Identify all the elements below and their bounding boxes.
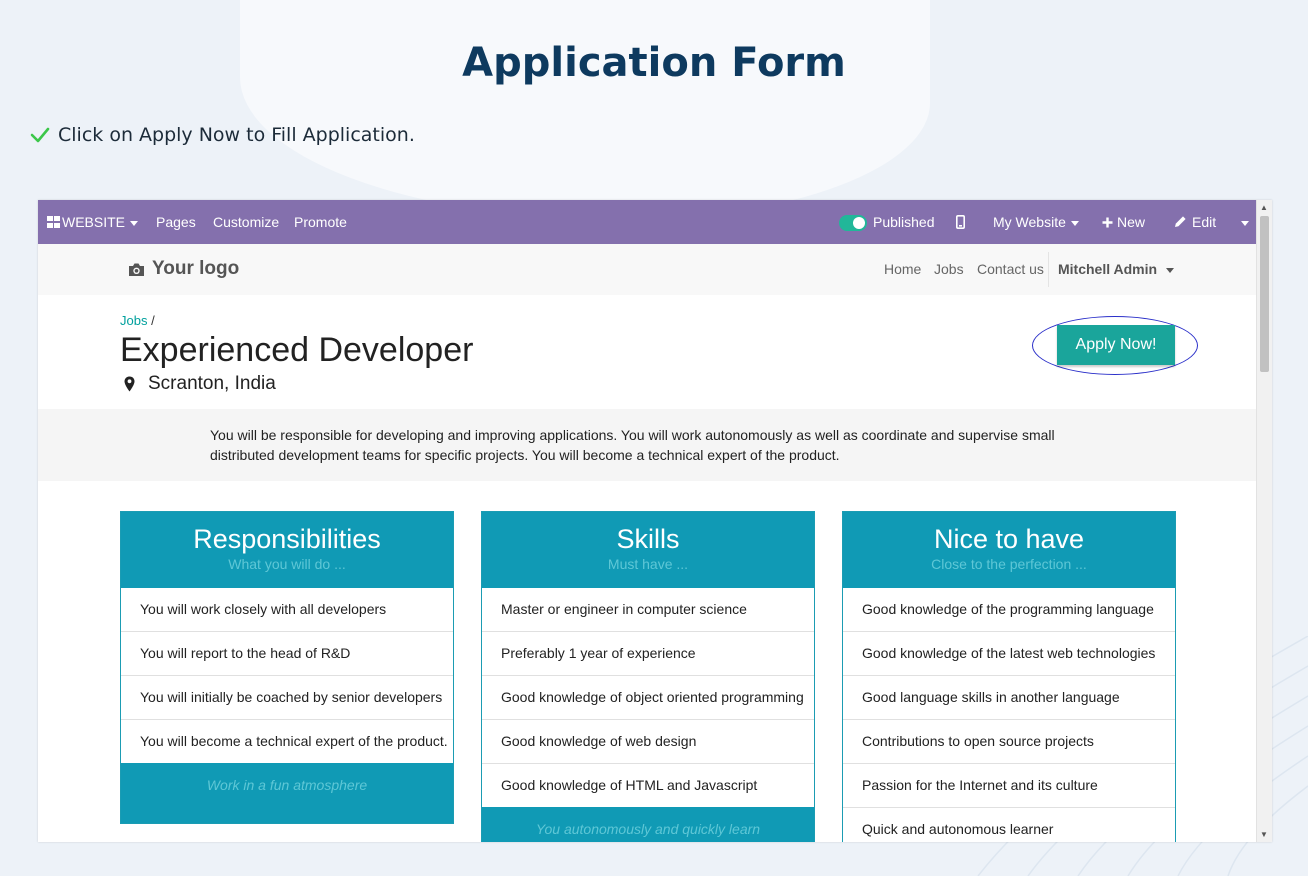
vertical-scrollbar[interactable]: ▲ ▼ bbox=[1256, 200, 1272, 842]
chevron-down-icon bbox=[1070, 220, 1079, 226]
user-menu[interactable]: Mitchell Admin bbox=[1058, 261, 1175, 277]
mobile-phone-icon bbox=[956, 215, 966, 229]
new-button[interactable]: New bbox=[1102, 200, 1145, 244]
site-header: Your logo Home Jobs Contact us Mitchell … bbox=[38, 244, 1257, 295]
nav-jobs[interactable]: Jobs bbox=[934, 261, 964, 277]
chevron-down-icon bbox=[1166, 267, 1175, 273]
menu-promote[interactable]: Promote bbox=[294, 200, 347, 244]
job-description-section: You will be responsible for developing a… bbox=[38, 409, 1257, 481]
page-title: Application Form bbox=[462, 40, 846, 86]
my-website-menu[interactable]: My Website bbox=[993, 200, 1079, 244]
list-item: Contributions to open source projects bbox=[843, 720, 1175, 764]
card-header: Responsibilities What you will do ... bbox=[121, 512, 453, 588]
card-header: Skills Must have ... bbox=[482, 512, 814, 588]
background-shape bbox=[240, 0, 930, 220]
checkmark-icon bbox=[30, 127, 50, 143]
card-skills: Skills Must have ... Master or engineer … bbox=[481, 511, 815, 842]
chevron-down-icon bbox=[130, 220, 139, 226]
instruction-line: Click on Apply Now to Fill Application. bbox=[30, 124, 415, 146]
scroll-down-arrow-icon[interactable]: ▼ bbox=[1260, 830, 1268, 839]
menu-customize[interactable]: Customize bbox=[213, 200, 279, 244]
list-item: Good knowledge of object oriented progra… bbox=[482, 676, 814, 720]
job-header: Jobs / Experienced Developer Scranton, I… bbox=[38, 295, 1257, 409]
pencil-icon bbox=[1175, 216, 1186, 227]
toggle-switch-icon bbox=[839, 215, 867, 232]
more-dropdown[interactable] bbox=[1238, 200, 1249, 244]
edit-label: Edit bbox=[1192, 214, 1217, 230]
list-item: You will initially be coached by senior … bbox=[121, 676, 453, 720]
card-subtitle: What you will do ... bbox=[228, 556, 346, 572]
job-location: Scranton, India bbox=[124, 373, 276, 395]
logo-text: Your logo bbox=[152, 258, 240, 279]
list-item: Passion for the Internet and its culture bbox=[843, 764, 1175, 808]
new-label: New bbox=[1117, 214, 1146, 230]
list-item: You will report to the head of R&D bbox=[121, 632, 453, 676]
card-nice-to-have: Nice to have Close to the perfection ...… bbox=[842, 511, 1176, 842]
list-item: You will work closely with all developer… bbox=[121, 588, 453, 632]
list-item: Preferably 1 year of experience bbox=[482, 632, 814, 676]
site-logo[interactable]: Your logo bbox=[128, 258, 239, 280]
website-edit-bar: WEBSITE Pages Customize Promote Publishe… bbox=[38, 200, 1257, 244]
user-name: Mitchell Admin bbox=[1058, 261, 1158, 277]
job-location-text: Scranton, India bbox=[148, 373, 276, 394]
list-item: Good knowledge of the latest web technol… bbox=[843, 632, 1175, 676]
card-subtitle: Must have ... bbox=[607, 556, 689, 572]
breadcrumb-jobs-link[interactable]: Jobs bbox=[120, 313, 147, 328]
scrollbar-thumb[interactable] bbox=[1260, 216, 1269, 372]
nav-divider bbox=[1048, 252, 1049, 287]
list-item: Good knowledge of web design bbox=[482, 720, 814, 764]
card-list: Master or engineer in computer science P… bbox=[482, 588, 814, 807]
website-menu-label: WEBSITE bbox=[62, 214, 126, 230]
my-website-label: My Website bbox=[993, 214, 1066, 230]
chevron-down-icon bbox=[1241, 220, 1249, 226]
list-item: Master or engineer in computer science bbox=[482, 588, 814, 632]
edit-button[interactable]: Edit bbox=[1174, 200, 1216, 244]
breadcrumb-separator: / bbox=[147, 313, 155, 328]
apply-now-button[interactable]: Apply Now! bbox=[1057, 325, 1175, 365]
apps-grid-icon bbox=[47, 216, 60, 228]
nav-contact-us[interactable]: Contact us bbox=[977, 261, 1044, 277]
card-subtitle: Close to the perfection ... bbox=[931, 556, 1087, 572]
list-item: Good knowledge of the programming langua… bbox=[843, 588, 1175, 632]
breadcrumb: Jobs / bbox=[120, 313, 155, 328]
list-item: You will become a technical expert of th… bbox=[140, 733, 448, 749]
nav-home[interactable]: Home bbox=[884, 261, 921, 277]
card-footer: Work in a fun atmosphere bbox=[121, 763, 453, 823]
published-toggle[interactable]: Published bbox=[839, 200, 935, 244]
job-description: You will be responsible for developing a… bbox=[210, 427, 1055, 463]
website-menu[interactable]: WEBSITE bbox=[47, 200, 139, 244]
list-item: Good language skills in another language bbox=[843, 676, 1175, 720]
instruction-text: Click on Apply Now to Fill Application. bbox=[58, 124, 415, 146]
scroll-up-arrow-icon[interactable]: ▲ bbox=[1260, 203, 1268, 212]
list-item: Good knowledge of HTML and Javascript bbox=[501, 777, 758, 793]
card-title: Nice to have bbox=[933, 524, 1085, 554]
card-title: Responsibilities bbox=[193, 524, 381, 554]
card-list: Good knowledge of the programming langua… bbox=[843, 588, 1175, 842]
card-header: Nice to have Close to the perfection ... bbox=[843, 512, 1175, 588]
screenshot-frame: WEBSITE Pages Customize Promote Publishe… bbox=[38, 200, 1272, 842]
camera-icon bbox=[129, 263, 144, 276]
list-item: Quick and autonomous learner bbox=[862, 821, 1054, 837]
published-label: Published bbox=[873, 214, 935, 230]
mobile-preview-button[interactable] bbox=[956, 200, 966, 244]
plus-icon bbox=[1102, 217, 1113, 228]
card-title: Skills bbox=[616, 524, 680, 554]
card-list: You will work closely with all developer… bbox=[121, 588, 453, 763]
map-marker-icon bbox=[124, 376, 135, 392]
card-footer: You autonomously and quickly learn bbox=[482, 807, 814, 842]
card-responsibilities: Responsibilities What you will do ... Yo… bbox=[120, 511, 454, 824]
job-title: Experienced Developer bbox=[120, 331, 474, 369]
menu-pages[interactable]: Pages bbox=[156, 200, 196, 244]
